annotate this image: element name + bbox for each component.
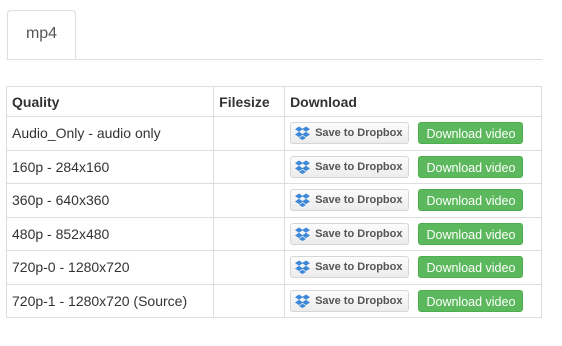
download-cell: Save to Dropbox Download video [284, 116, 542, 151]
dropbox-icon [295, 160, 315, 174]
download-cell: Save to Dropbox Download video [284, 183, 542, 218]
filesize-cell [213, 149, 286, 184]
filesize-cell [213, 116, 286, 151]
download-video-button[interactable]: Download video [418, 256, 524, 279]
quality-cell: 720p-1 - 1280x720 (Source) [5, 283, 215, 318]
quality-cell: 360p - 640x360 [5, 183, 215, 218]
quality-cell: 720p-0 - 1280x720 [5, 250, 215, 285]
quality-cell: Audio_Only - audio only [5, 116, 215, 151]
dropbox-button-label: Save to Dropbox [315, 227, 403, 240]
quality-cell: 160p - 284x160 [5, 149, 215, 184]
download-video-button[interactable]: Download video [418, 222, 524, 245]
save-to-dropbox-button[interactable]: Save to Dropbox [290, 189, 410, 212]
download-cell: Save to Dropbox Download video [284, 250, 542, 285]
header-quality: Quality [5, 86, 215, 117]
dropbox-button-label: Save to Dropbox [315, 160, 403, 173]
dropbox-icon [295, 294, 315, 308]
download-cell: Save to Dropbox Download video [284, 149, 542, 184]
save-to-dropbox-button[interactable]: Save to Dropbox [290, 256, 410, 279]
header-download: Download [284, 86, 542, 117]
dropbox-button-label: Save to Dropbox [315, 261, 403, 274]
format-tabs: mp4 [6, 0, 542, 60]
filesize-cell [213, 250, 286, 285]
table-row: 480p - 852x480 Save to Dropbox Download … [5, 216, 542, 251]
table-row: Audio_Only - audio only Save to Dropbox … [5, 116, 542, 151]
dropbox-icon [295, 260, 315, 275]
filesize-cell [213, 283, 286, 318]
save-to-dropbox-button[interactable]: Save to Dropbox [290, 222, 410, 245]
save-to-dropbox-button[interactable]: Save to Dropbox [290, 155, 410, 178]
table-row: 160p - 284x160 Save to Dropbox Download … [5, 149, 542, 184]
filesize-cell [213, 183, 286, 218]
download-video-button[interactable]: Download video [418, 122, 524, 145]
dropbox-icon [295, 126, 315, 141]
quality-cell: 480p - 852x480 [5, 216, 215, 251]
tab-mp4[interactable]: mp4 [7, 10, 76, 59]
download-video-button[interactable]: Download video [418, 189, 524, 212]
dropbox-button-label: Save to Dropbox [315, 194, 403, 207]
dropbox-icon [295, 227, 315, 241]
dropbox-icon [295, 193, 315, 208]
save-to-dropbox-button[interactable]: Save to Dropbox [290, 289, 410, 312]
table-row: 360p - 640x360 Save to Dropbox Download … [5, 183, 542, 218]
download-video-button[interactable]: Download video [418, 155, 524, 178]
header-filesize: Filesize [213, 86, 286, 117]
dropbox-button-label: Save to Dropbox [315, 294, 403, 307]
download-video-button[interactable]: Download video [418, 289, 524, 312]
download-cell: Save to Dropbox Download video [284, 216, 542, 251]
video-formats-table: Quality Filesize Download Audio_Only - a… [5, 86, 542, 318]
table-row: 720p-0 - 1280x720 Save to Dropbox Downlo… [5, 250, 542, 285]
save-to-dropbox-button[interactable]: Save to Dropbox [290, 122, 410, 145]
table-header-row: Quality Filesize Download [5, 86, 542, 117]
dropbox-button-label: Save to Dropbox [315, 127, 403, 140]
table-row: 720p-1 - 1280x720 (Source) Save to Dropb… [5, 283, 542, 318]
download-cell: Save to Dropbox Download video [284, 283, 542, 318]
filesize-cell [213, 216, 286, 251]
